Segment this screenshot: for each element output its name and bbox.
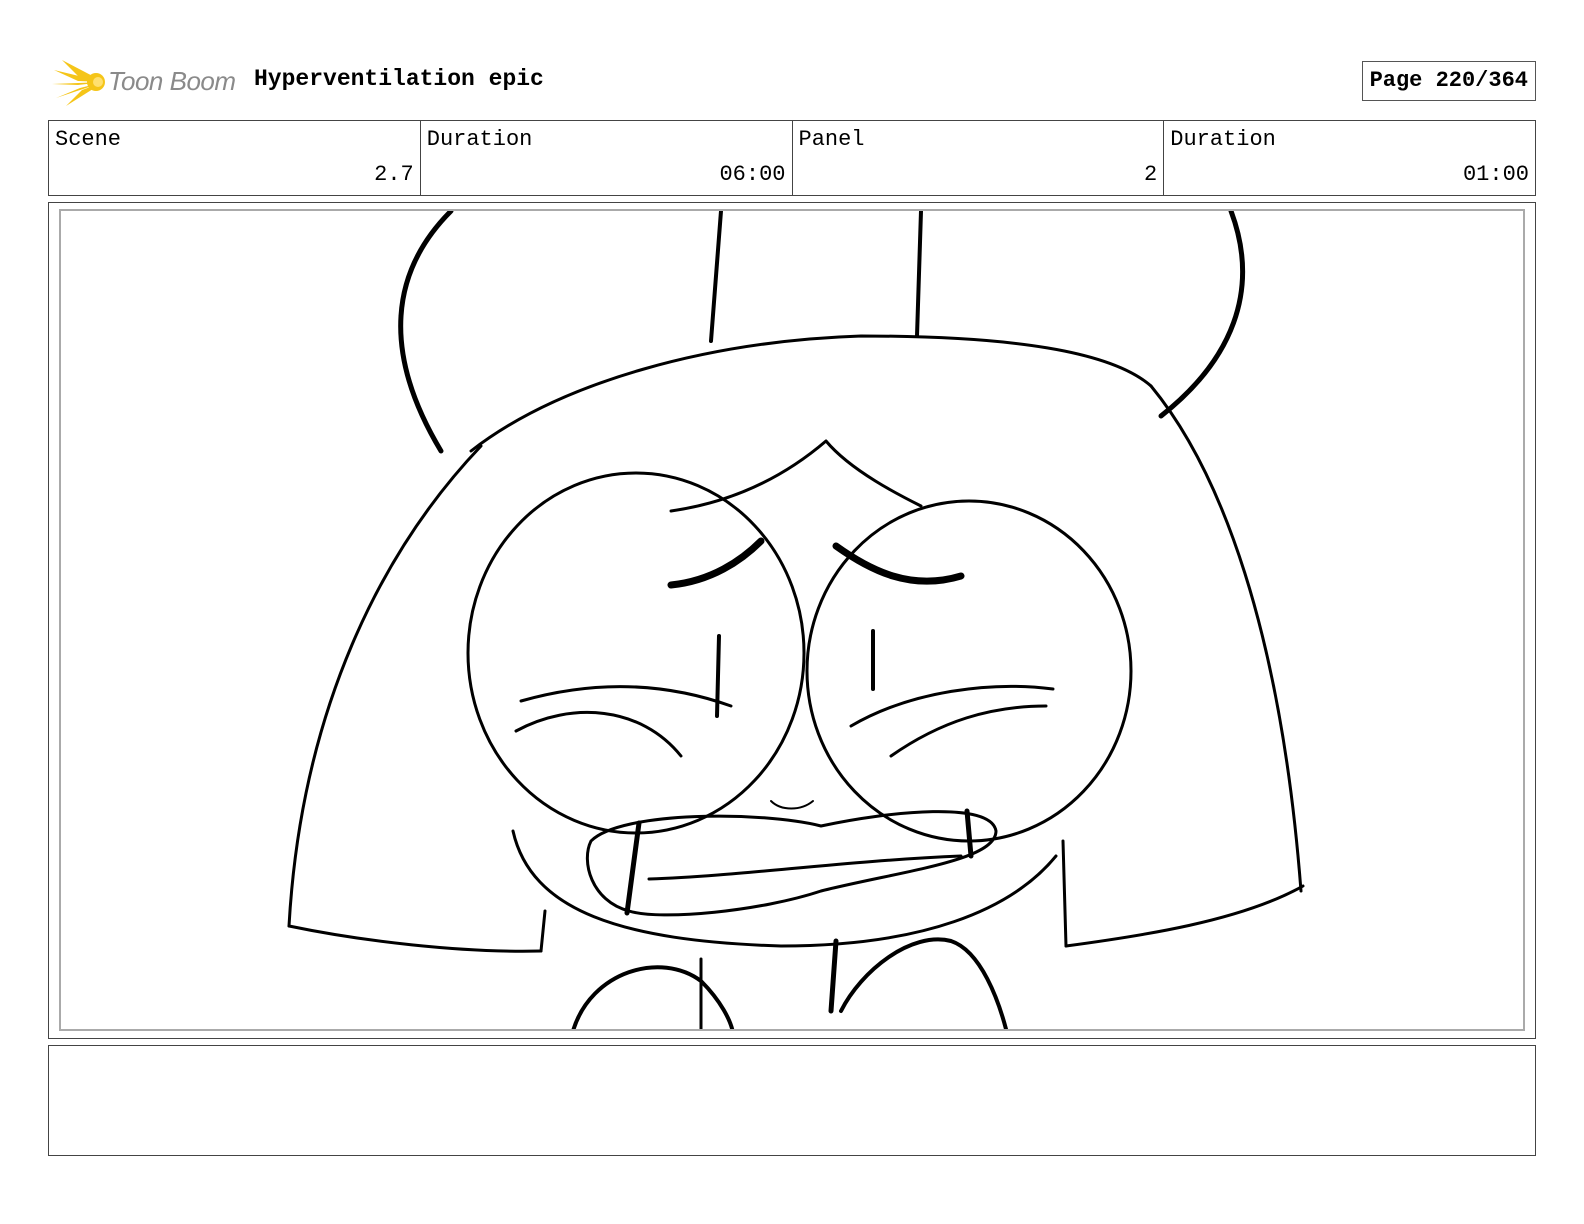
starburst-icon [52,60,105,106]
left-eye [466,471,806,835]
page-number: Page 220/364 [1361,61,1536,101]
hair-inner-left [539,909,547,953]
hair-bottom-left [287,924,543,953]
chin [511,829,1058,948]
scene-info-row: Scene 2.7 Duration 06:00 Panel 2 Duratio… [48,120,1536,196]
scene-duration-value: 06:00 [719,162,786,187]
project-title: Hyperventilation epic [254,66,544,92]
bow-strip-right [915,211,923,338]
hair-top [469,334,1153,453]
left-eyebrow [667,537,765,589]
panel-cell: Panel 2 [793,121,1165,195]
scene-duration-cell: Duration 06:00 [421,121,793,195]
panel-duration-value: 01:00 [1462,162,1529,187]
bow-strip-left [709,211,723,343]
right-closed-eye-bottom [889,704,1048,758]
hair-left-side [287,444,483,928]
mouth-teeth-line [647,854,963,881]
panel-image-area [59,209,1525,1031]
mouth-left-fang [624,820,642,916]
panel-label: Panel [798,127,865,152]
neck-right [828,938,839,1014]
scene-value: 2.7 [374,162,414,187]
hair-bottom-right [1064,884,1305,948]
scene-cell: Scene 2.7 [49,121,421,195]
scene-label: Scene [55,127,122,152]
hair-inner-right [1061,839,1068,948]
left-closed-eye-bottom [514,710,683,758]
left-bow-loop [398,211,454,454]
right-eye [805,499,1133,843]
right-bow-loop [1158,211,1246,419]
panel-duration-cell: Duration 01:00 [1164,121,1535,195]
left-hand [571,965,735,1029]
nose [770,800,814,810]
hair-right-side [1149,384,1303,893]
storyboard-sketch [287,211,1305,1029]
mouth-outline [585,810,998,917]
scene-duration-label: Duration [426,127,533,152]
toon-boom-logo: Toon Boom [52,56,242,108]
mouth-right-fang [964,808,974,859]
bangs [669,439,923,513]
storyboard-header: Toon Boom Hyperventilation epic Page 220… [48,52,1536,112]
left-closed-eye-top [519,685,733,708]
panel-value: 2 [1144,162,1158,187]
left-tear-line [715,634,721,718]
right-hand [839,937,1009,1029]
panel-duration-label: Duration [1170,127,1276,152]
logo-text: Toon Boom [108,66,236,96]
panel-frame [48,202,1536,1039]
panel-notes-box [48,1045,1536,1156]
